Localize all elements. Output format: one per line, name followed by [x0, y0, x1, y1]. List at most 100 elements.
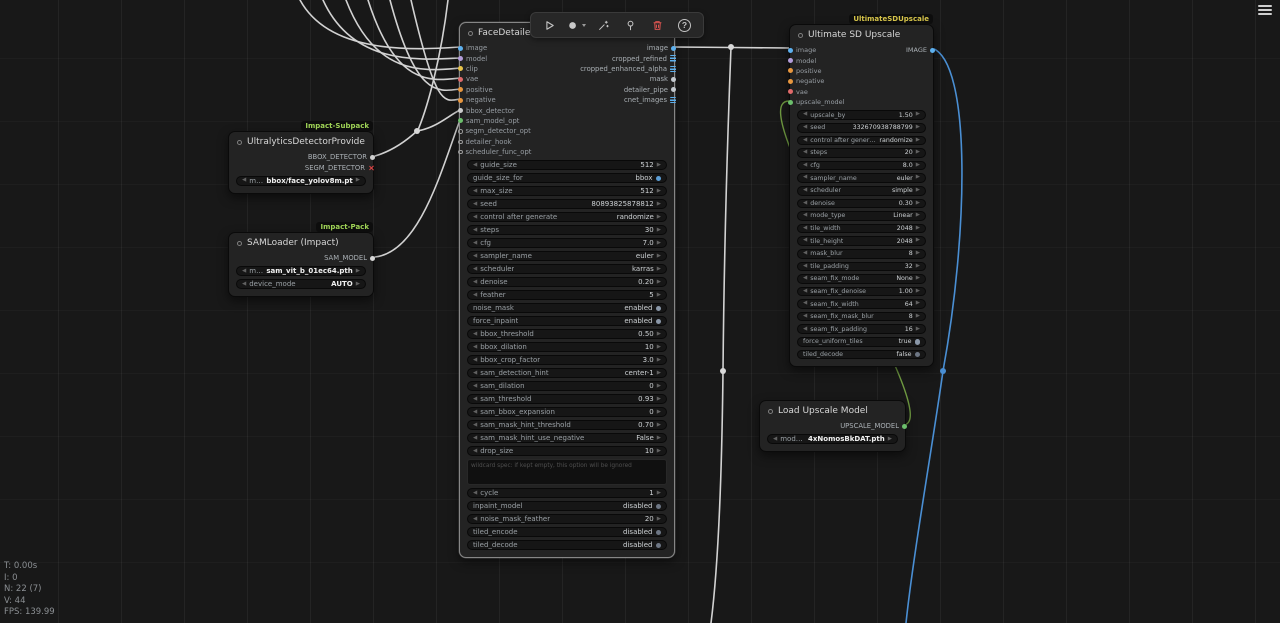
output-slot-cropped-refined[interactable]: cropped_refined — [612, 53, 671, 63]
widget-sam-detection-hint[interactable]: ◀sam_detection_hintcenter-1▶ — [467, 368, 667, 378]
node-sam-loader-impact[interactable]: Impact-PackSAMLoader (Impact)SAM_MODEL◀m… — [228, 232, 374, 297]
node-color-button[interactable] — [565, 15, 588, 35]
output-slot-bbox-detector[interactable]: BBOX_DETECTOR — [308, 152, 370, 162]
decrement-arrow-icon[interactable]: ◀ — [473, 202, 477, 208]
delete-button[interactable] — [646, 15, 669, 35]
node-load-upscale-model[interactable]: Load Upscale ModelUPSCALE_MODEL◀model_na… — [759, 400, 906, 452]
input-slot-segm-detector-opt[interactable]: segm_detector_opt — [463, 126, 531, 136]
decrement-arrow-icon[interactable]: ◀ — [473, 345, 477, 351]
input-slot-positive[interactable]: positive — [793, 66, 822, 76]
widget-bbox-dilation[interactable]: ◀bbox_dilation10▶ — [467, 342, 667, 352]
widget-model-n[interactable]: ◀model_n...sam_vit_b_01ec64.pth▶ — [236, 266, 366, 276]
decrement-arrow-icon[interactable]: ◀ — [803, 188, 807, 194]
node-header[interactable]: Ultimate SD Upscale — [790, 25, 933, 45]
output-slot-image[interactable]: IMAGE — [906, 45, 930, 55]
increment-arrow-icon[interactable]: ▶ — [657, 384, 661, 390]
increment-arrow-icon[interactable]: ▶ — [916, 327, 920, 333]
decrement-arrow-icon[interactable]: ◀ — [473, 449, 477, 455]
widget-sam-bbox-expansion[interactable]: ◀sam_bbox_expansion0▶ — [467, 407, 667, 417]
increment-arrow-icon[interactable]: ▶ — [657, 202, 661, 208]
decrement-arrow-icon[interactable]: ◀ — [473, 293, 477, 299]
widget-sampler-name[interactable]: ◀sampler_nameeuler▶ — [797, 173, 926, 183]
increment-arrow-icon[interactable]: ▶ — [657, 436, 661, 442]
decrement-arrow-icon[interactable]: ◀ — [473, 371, 477, 377]
widget-noise-mask-feather[interactable]: ◀noise_mask_feather20▶ — [467, 514, 667, 524]
increment-arrow-icon[interactable]: ▶ — [916, 213, 920, 219]
node-header[interactable]: UltralyticsDetectorProvider — [229, 132, 373, 152]
pin-button[interactable] — [619, 15, 642, 35]
decrement-arrow-icon[interactable]: ◀ — [473, 397, 477, 403]
increment-arrow-icon[interactable]: ▶ — [657, 293, 661, 299]
increment-arrow-icon[interactable]: ▶ — [657, 280, 661, 286]
increment-arrow-icon[interactable]: ▶ — [657, 332, 661, 338]
input-slot-positive[interactable]: positive — [463, 85, 493, 95]
increment-arrow-icon[interactable]: ▶ — [657, 345, 661, 351]
increment-arrow-icon[interactable]: ▶ — [916, 138, 920, 144]
decrement-arrow-icon[interactable]: ◀ — [803, 213, 807, 219]
decrement-arrow-icon[interactable]: ◀ — [473, 241, 477, 247]
decrement-arrow-icon[interactable]: ◀ — [803, 327, 807, 333]
widget-control-after-generate[interactable]: ◀control after generaterandomize▶ — [467, 212, 667, 222]
increment-arrow-icon[interactable]: ▶ — [356, 178, 360, 184]
increment-arrow-icon[interactable]: ▶ — [916, 289, 920, 295]
input-slot-image[interactable]: image — [793, 45, 816, 55]
increment-arrow-icon[interactable]: ▶ — [657, 254, 661, 260]
widget-bbox-crop-factor[interactable]: ◀bbox_crop_factor3.0▶ — [467, 355, 667, 365]
decrement-arrow-icon[interactable]: ◀ — [473, 332, 477, 338]
increment-arrow-icon[interactable]: ▶ — [657, 491, 661, 497]
input-slot-upscale-model[interactable]: upscale_model — [793, 97, 844, 107]
decrement-arrow-icon[interactable]: ◀ — [473, 280, 477, 286]
widget-drop-size[interactable]: ◀drop_size10▶ — [467, 446, 667, 456]
collapse-icon[interactable] — [798, 33, 803, 38]
toggle-dot-icon[interactable] — [915, 339, 921, 345]
widget-tiled-encode[interactable]: tiled_encodedisabled — [467, 527, 667, 537]
increment-arrow-icon[interactable]: ▶ — [657, 267, 661, 273]
input-slot-model[interactable]: model — [463, 53, 487, 63]
increment-arrow-icon[interactable]: ▶ — [356, 282, 360, 288]
toggle-dot-icon[interactable] — [915, 352, 921, 358]
input-slot-negative[interactable]: negative — [793, 76, 824, 86]
decrement-arrow-icon[interactable]: ◀ — [473, 491, 477, 497]
increment-arrow-icon[interactable]: ▶ — [916, 314, 920, 320]
increment-arrow-icon[interactable]: ▶ — [657, 163, 661, 169]
increment-arrow-icon[interactable]: ▶ — [657, 228, 661, 234]
increment-arrow-icon[interactable]: ▶ — [916, 188, 920, 194]
input-slot-bbox-detector[interactable]: bbox_detector — [463, 105, 515, 115]
collapse-icon[interactable] — [237, 241, 242, 246]
increment-arrow-icon[interactable]: ▶ — [916, 264, 920, 270]
decrement-arrow-icon[interactable]: ◀ — [473, 410, 477, 416]
decrement-arrow-icon[interactable]: ◀ — [473, 189, 477, 195]
toggle-dot-icon[interactable] — [656, 530, 662, 536]
output-slot-image[interactable]: image — [647, 43, 671, 53]
increment-arrow-icon[interactable]: ▶ — [657, 371, 661, 377]
widget-cfg[interactable]: ◀cfg8.0▶ — [797, 161, 926, 171]
output-slot-cnet-images[interactable]: cnet_images — [624, 95, 671, 105]
input-slot-model[interactable]: model — [793, 55, 816, 65]
increment-arrow-icon[interactable]: ▶ — [657, 397, 661, 403]
input-slot-vae[interactable]: vae — [463, 74, 478, 84]
widget-sampler-name[interactable]: ◀sampler_nameeuler▶ — [467, 251, 667, 261]
widget-wildcard[interactable]: wildcard spec: if kept empty, this optio… — [467, 459, 667, 485]
widget-denoise[interactable]: ◀denoise0.20▶ — [467, 277, 667, 287]
node-ultimate-sd-upscale[interactable]: UltimateSDUpscaleUltimate SD Upscaleimag… — [789, 24, 934, 367]
decrement-arrow-icon[interactable]: ◀ — [803, 163, 807, 169]
increment-arrow-icon[interactable]: ▶ — [916, 226, 920, 232]
output-slot-upscale-model[interactable]: UPSCALE_MODEL — [840, 421, 902, 431]
widget-tile-height[interactable]: ◀tile_height2048▶ — [797, 236, 926, 246]
output-slot-cropped-enhanced-alpha[interactable]: cropped_enhanced_alpha — [580, 64, 671, 74]
input-slot-scheduler-func-opt[interactable]: scheduler_func_opt — [463, 147, 531, 157]
increment-arrow-icon[interactable]: ▶ — [916, 238, 920, 244]
widget-tiled-decode[interactable]: tiled_decodedisabled — [467, 540, 667, 550]
decrement-arrow-icon[interactable]: ◀ — [803, 238, 807, 244]
toggle-dot-icon[interactable] — [656, 176, 662, 182]
increment-arrow-icon[interactable]: ▶ — [916, 163, 920, 169]
widget-mask-blur[interactable]: ◀mask_blur8▶ — [797, 249, 926, 259]
widget-sam-dilation[interactable]: ◀sam_dilation0▶ — [467, 381, 667, 391]
increment-arrow-icon[interactable]: ▶ — [657, 215, 661, 221]
increment-arrow-icon[interactable]: ▶ — [657, 449, 661, 455]
widget-tile-padding[interactable]: ◀tile_padding32▶ — [797, 262, 926, 272]
decrement-arrow-icon[interactable]: ◀ — [803, 175, 807, 181]
widget-guide-size[interactable]: ◀guide_size512▶ — [467, 160, 667, 170]
increment-arrow-icon[interactable]: ▶ — [916, 125, 920, 131]
input-slot-vae[interactable]: vae — [793, 87, 808, 97]
